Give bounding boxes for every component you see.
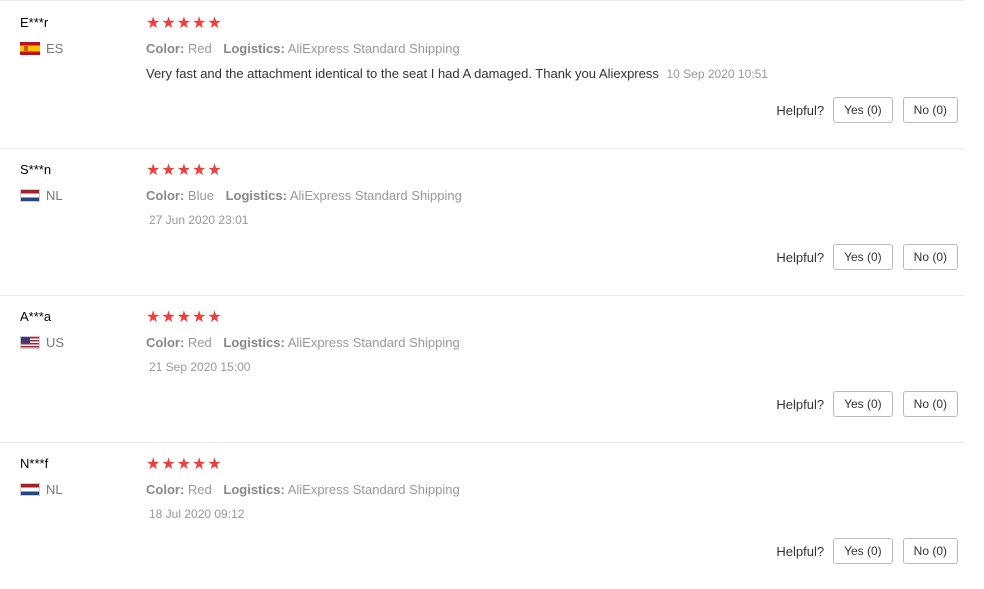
country-code: ES [46, 41, 64, 56]
review-date: 21 Sep 2020 15:00 [149, 360, 251, 374]
logistics-label: Logistics: [223, 335, 285, 350]
reviewer-name: E***r [20, 15, 49, 30]
helpful-no-button[interactable]: No (0) [902, 391, 958, 417]
logistics-label: Logistics: [223, 41, 285, 56]
country-code: US [46, 335, 65, 350]
color-value: Red [187, 335, 212, 350]
spain-flag-icon [20, 42, 40, 55]
helpful-yes-button[interactable]: Yes (0) [833, 97, 893, 123]
star-rating: ★★★★★ [146, 309, 223, 326]
color-value: Blue [187, 188, 214, 203]
netherlands-flag-icon [20, 189, 40, 202]
reviewer-name: N***f [20, 456, 49, 471]
helpful-label: Helpful? [776, 249, 825, 265]
helpful-label: Helpful? [776, 396, 825, 412]
star-rating: ★★★★★ [146, 162, 223, 179]
logistics-label: Logistics: [223, 482, 285, 497]
color-value: Red [187, 41, 212, 56]
product-info: Color: Red Logistics: AliExpress Standar… [146, 335, 468, 350]
netherlands-flag-icon [20, 483, 40, 496]
helpful-label: Helpful? [776, 543, 825, 559]
product-info: Color: Red Logistics: AliExpress Standar… [146, 41, 468, 56]
helpful-no-button[interactable]: No (0) [902, 244, 958, 270]
product-info: Color: Blue Logistics: AliExpress Standa… [146, 188, 470, 203]
logistics-label: Logistics: [225, 188, 287, 203]
review-item: E***r ES ★★★★★ Color: Red Logistics: Ali… [0, 1, 964, 149]
review-date: 27 Jun 2020 23:01 [149, 213, 249, 227]
helpful-no-button[interactable]: No (0) [902, 97, 958, 123]
review-content: Very fast and the attachment identical t… [146, 66, 768, 81]
color-label: Color: [146, 188, 185, 203]
reviewer-country: ES [20, 41, 63, 56]
reviewer-name: S***n [20, 162, 52, 177]
review-date: 18 Jul 2020 09:12 [149, 507, 245, 521]
helpful-section: Helpful? Yes (0) No (0) [776, 391, 958, 417]
color-label: Color: [146, 482, 185, 497]
color-label: Color: [146, 41, 185, 56]
usa-flag-icon [20, 336, 40, 349]
logistics-value: AliExpress Standard Shipping [289, 188, 462, 203]
star-rating: ★★★★★ [146, 15, 223, 32]
star-rating: ★★★★★ [146, 456, 223, 473]
review-item: N***f NL ★★★★★ Color: Red Logistics: Ali… [0, 442, 964, 589]
logistics-value: AliExpress Standard Shipping [287, 41, 460, 56]
review-text: Very fast and the attachment identical t… [146, 66, 659, 81]
logistics-value: AliExpress Standard Shipping [287, 335, 460, 350]
helpful-yes-button[interactable]: Yes (0) [833, 244, 893, 270]
review-item: A***a US ★★★★★ Color: Red Logistics: Ali… [0, 295, 964, 443]
helpful-section: Helpful? Yes (0) No (0) [776, 244, 958, 270]
helpful-yes-button[interactable]: Yes (0) [833, 391, 893, 417]
helpful-section: Helpful? Yes (0) No (0) [776, 538, 958, 564]
helpful-no-button[interactable]: No (0) [902, 538, 958, 564]
reviewer-country: NL [20, 482, 63, 497]
helpful-yes-button[interactable]: Yes (0) [833, 538, 893, 564]
helpful-label: Helpful? [776, 102, 825, 118]
country-code: NL [46, 188, 63, 203]
country-code: NL [46, 482, 63, 497]
helpful-section: Helpful? Yes (0) No (0) [776, 97, 958, 123]
review-item: S***n NL ★★★★★ Color: Blue Logistics: Al… [0, 148, 964, 296]
logistics-value: AliExpress Standard Shipping [287, 482, 460, 497]
reviewer-country: US [20, 335, 64, 350]
product-info: Color: Red Logistics: AliExpress Standar… [146, 482, 468, 497]
color-label: Color: [146, 335, 185, 350]
reviewer-name: A***a [20, 309, 52, 324]
reviewer-country: NL [20, 188, 63, 203]
review-date: 10 Sep 2020 10:51 [666, 67, 768, 81]
color-value: Red [187, 482, 212, 497]
